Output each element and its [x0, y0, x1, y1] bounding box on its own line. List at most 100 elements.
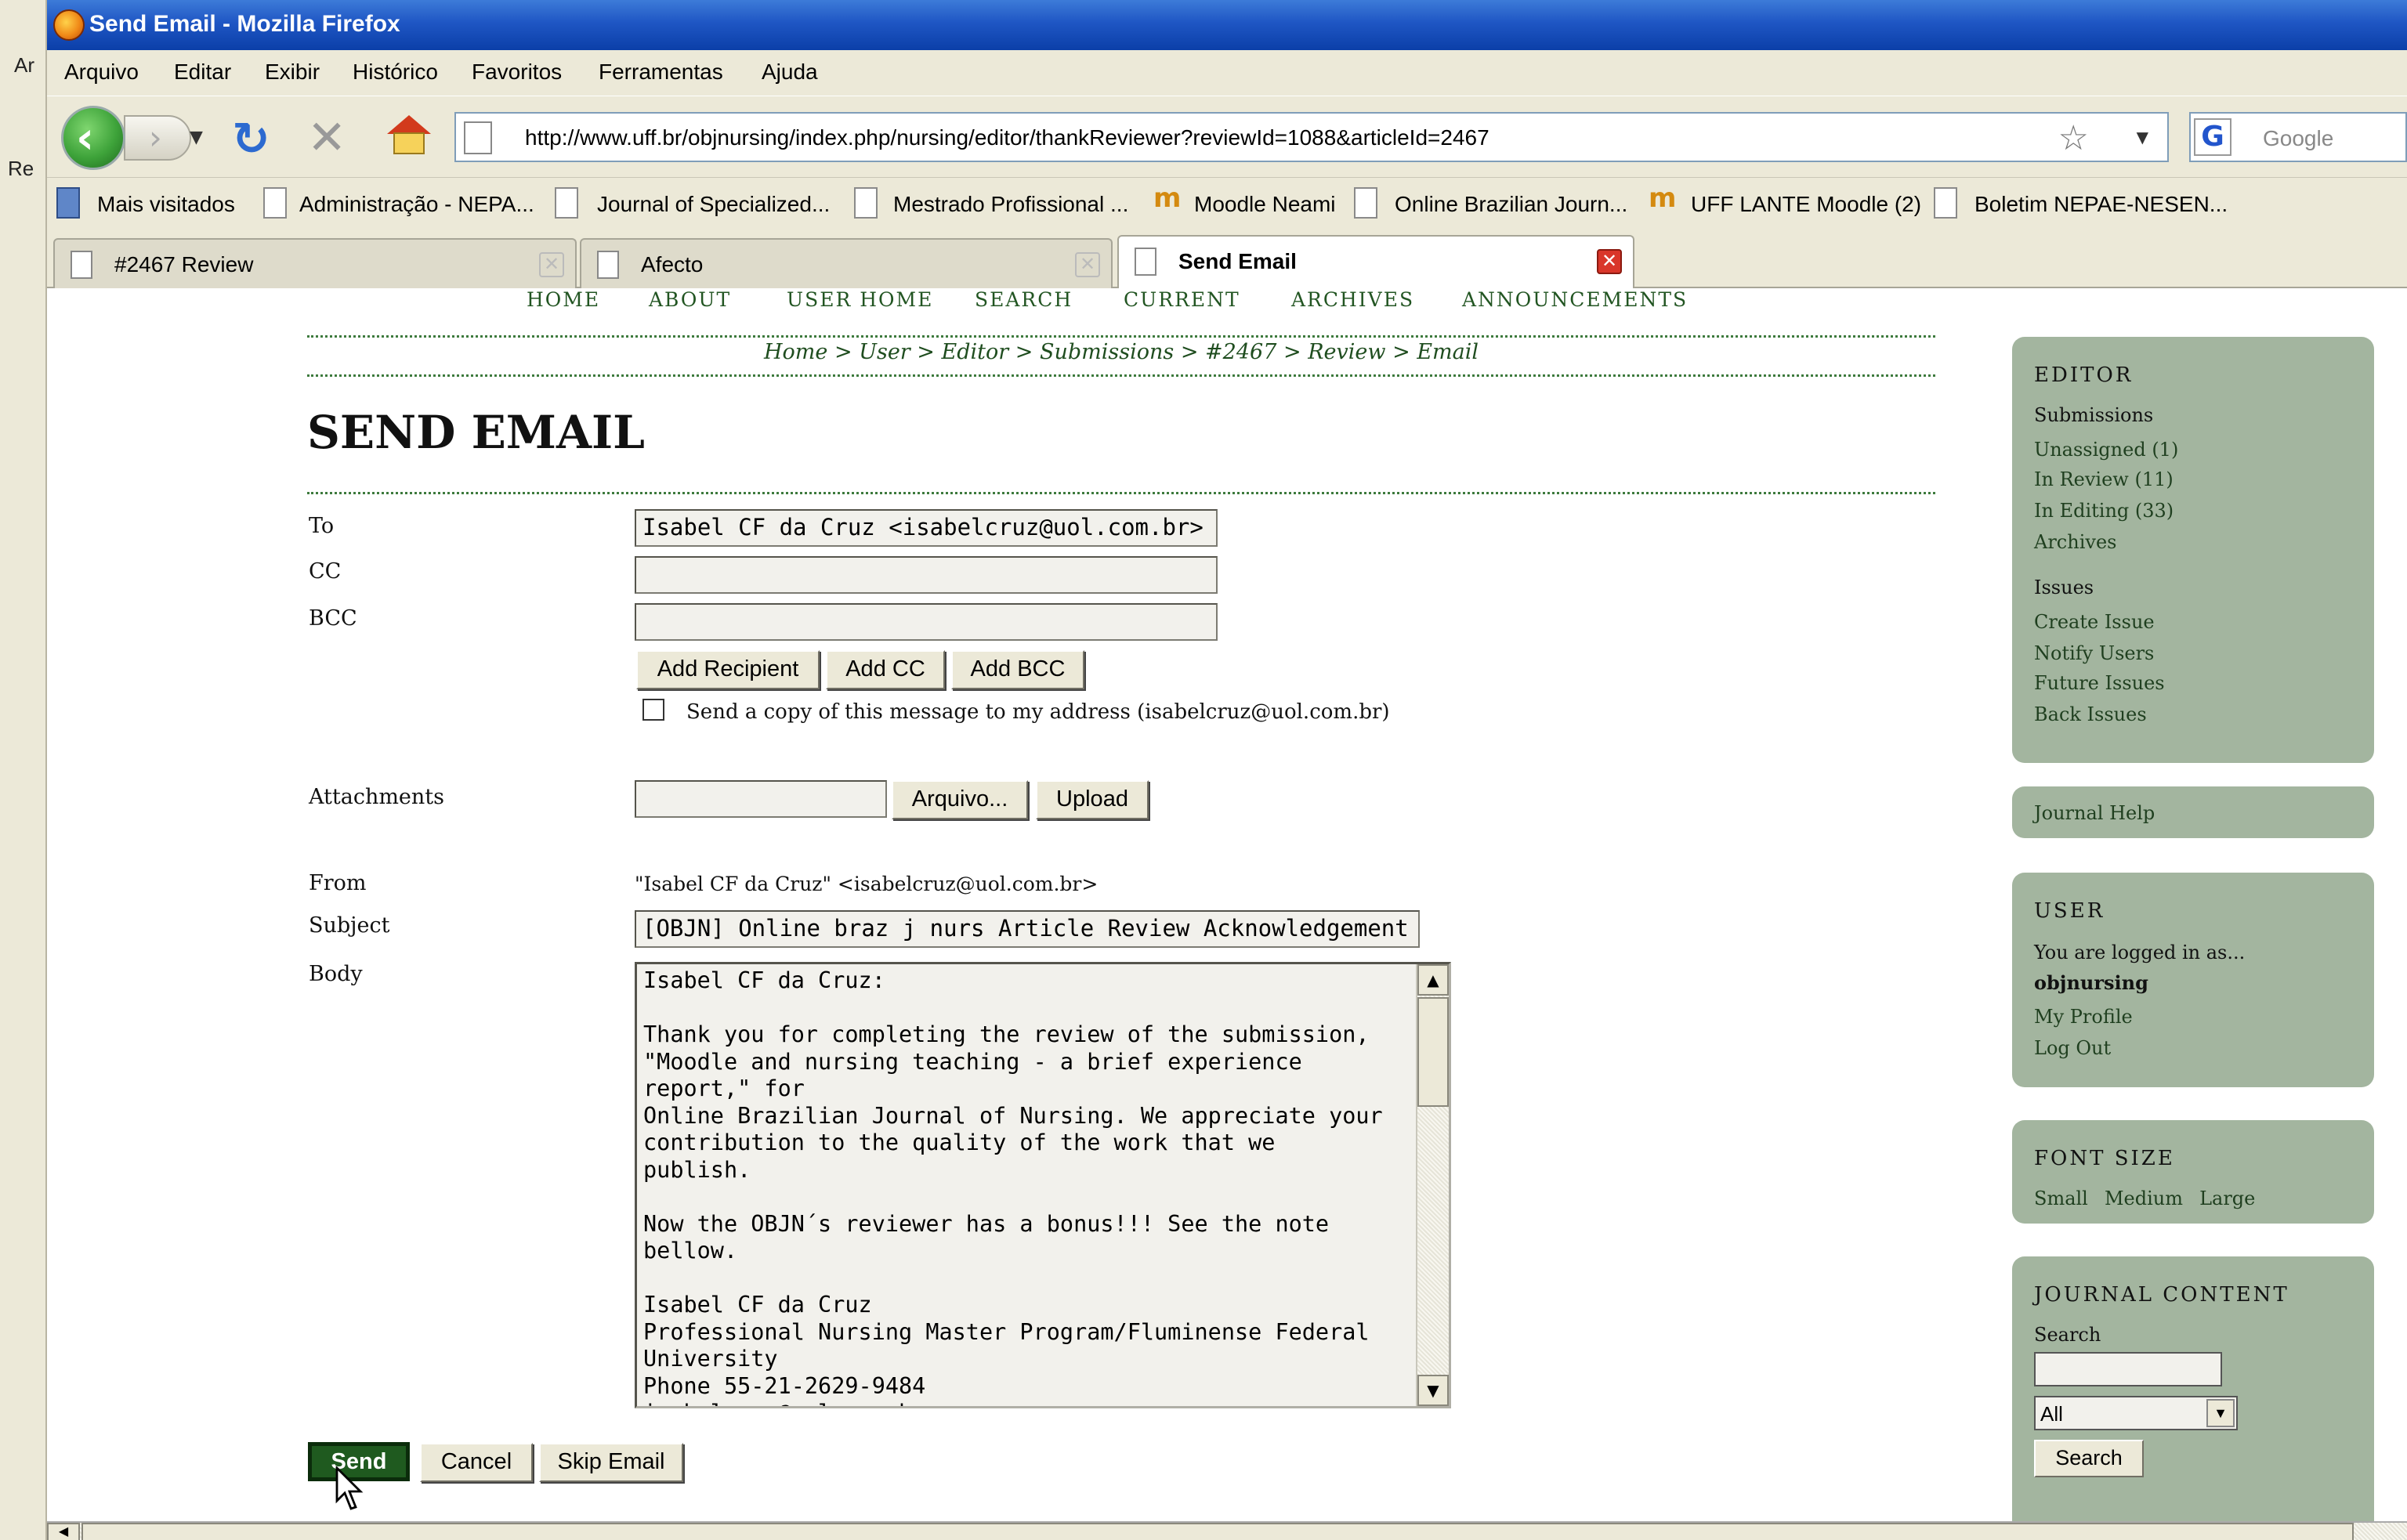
sidebar-font-size-block: FONT SIZE Small Medium Large: [2012, 1120, 2374, 1224]
home-icon[interactable]: [387, 115, 431, 156]
bookmark-uff-lante[interactable]: UFF LANTE Moodle (2): [1691, 192, 1921, 217]
search-scope-value: All: [2040, 1402, 2063, 1426]
bookmark-star-icon[interactable]: ☆: [2058, 118, 2089, 158]
add-bcc-button[interactable]: Add BCC: [951, 650, 1084, 689]
menu-ajuda[interactable]: Ajuda: [762, 60, 818, 85]
tab-afecto[interactable]: Afecto ✕: [580, 238, 1113, 288]
upload-button[interactable]: Upload: [1036, 780, 1149, 819]
tab-close-icon[interactable]: ✕: [539, 252, 564, 277]
add-cc-button[interactable]: Add CC: [826, 650, 945, 689]
url-dropdown-icon[interactable]: ▼: [2137, 128, 2148, 146]
cancel-button[interactable]: Cancel: [420, 1443, 533, 1482]
back-button[interactable]: ‹: [61, 106, 125, 170]
horizontal-scrollbar[interactable]: ◀: [47, 1521, 2407, 1540]
future-issues-link[interactable]: Future Issues: [2034, 672, 2165, 694]
bookmark-journal-specialized[interactable]: Journal of Specialized...: [597, 192, 830, 217]
stop-icon[interactable]: ✕: [307, 110, 346, 165]
mouse-cursor-icon: [335, 1466, 364, 1510]
scroll-left-icon[interactable]: ◀: [47, 1523, 80, 1540]
bookmark-page-icon: [1354, 187, 1377, 219]
bookmark-online-brazilian[interactable]: Online Brazilian Journ...: [1395, 192, 1627, 217]
in-editing-link[interactable]: In Editing (33): [2034, 500, 2174, 522]
reload-icon[interactable]: ↻: [232, 112, 270, 165]
chevron-down-icon[interactable]: ▼: [2206, 1399, 2235, 1427]
sidebar-journal-content-block: JOURNAL CONTENT Search All ▼ Search: [2012, 1256, 2374, 1521]
nav-current[interactable]: CURRENT: [1124, 288, 1240, 311]
breadcrumb-editor[interactable]: Editor: [942, 340, 1009, 364]
nav-announcements[interactable]: ANNOUNCEMENTS: [1462, 288, 1688, 311]
scroll-up-icon[interactable]: ▲: [1417, 964, 1449, 996]
tab-close-icon[interactable]: ✕: [1075, 252, 1100, 277]
page-content: HOME ABOUT USER HOME SEARCH CURRENT ARCH…: [47, 288, 2407, 1521]
tab-close-icon[interactable]: ✕: [1597, 249, 1622, 274]
in-review-link[interactable]: In Review (11): [2034, 468, 2174, 490]
bookmark-most-visited[interactable]: Mais visitados: [97, 192, 235, 217]
google-icon[interactable]: G: [2194, 118, 2231, 156]
scroll-down-icon[interactable]: ▼: [1417, 1375, 1449, 1406]
search-scope-select[interactable]: All ▼: [2034, 1396, 2238, 1430]
bookmark-boletim[interactable]: Boletim NEPAE-NESEN...: [1974, 192, 2228, 217]
menu-historico[interactable]: Histórico: [353, 60, 438, 85]
cc-field[interactable]: [635, 556, 1218, 594]
issues-label: Issues: [2034, 577, 2094, 598]
body-textarea[interactable]: Isabel CF da Cruz: Thank you for complet…: [635, 962, 1451, 1408]
page-icon: [464, 121, 492, 154]
tab-send-email[interactable]: Send Email ✕: [1117, 235, 1634, 290]
log-out-link[interactable]: Log Out: [2034, 1037, 2111, 1059]
menu-editar[interactable]: Editar: [174, 60, 231, 85]
site-navigation: HOME ABOUT USER HOME SEARCH CURRENT ARCH…: [47, 288, 2407, 312]
breadcrumb-review[interactable]: Review: [1308, 340, 1385, 364]
browse-file-button[interactable]: Arquivo...: [892, 780, 1028, 819]
add-recipient-button[interactable]: Add Recipient: [636, 650, 820, 689]
nav-archives[interactable]: ARCHIVES: [1291, 288, 1414, 311]
subject-field[interactable]: [OBJN] Online braz j nurs Article Review…: [635, 910, 1420, 948]
breadcrumb-email[interactable]: Email: [1417, 340, 1479, 364]
tab-label: Send Email: [1178, 249, 1297, 273]
horizontal-scroll-thumb[interactable]: [81, 1523, 2354, 1540]
bookmark-page-icon: [555, 187, 578, 219]
nav-about[interactable]: ABOUT: [649, 288, 731, 311]
breadcrumb-user[interactable]: User: [859, 340, 910, 364]
archives-link[interactable]: Archives: [2034, 531, 2116, 553]
forward-button[interactable]: ›: [124, 115, 191, 161]
history-dropdown-icon[interactable]: ▼: [190, 128, 203, 147]
my-profile-link[interactable]: My Profile: [2034, 1006, 2133, 1028]
bcc-field[interactable]: [635, 603, 1218, 641]
nav-home[interactable]: HOME: [527, 288, 600, 311]
nav-search[interactable]: SEARCH: [975, 288, 1073, 311]
breadcrumb-submissions[interactable]: Submissions: [1040, 340, 1174, 364]
sidebar-search-input[interactable]: [2034, 1352, 2222, 1386]
from-value: "Isabel CF da Cruz" <isabelcruz@uol.com.…: [635, 873, 1099, 895]
send-copy-checkbox[interactable]: [642, 699, 664, 721]
font-medium-link[interactable]: Medium: [2105, 1188, 2183, 1209]
url-bar[interactable]: http://www.uff.br/objnursing/index.php/n…: [454, 112, 2169, 162]
breadcrumb-home[interactable]: Home: [764, 340, 827, 364]
breadcrumb-article[interactable]: #2467: [1205, 340, 1276, 364]
notify-users-link[interactable]: Notify Users: [2034, 642, 2154, 664]
sidebar-search-button[interactable]: Search: [2034, 1440, 2144, 1477]
attachment-file-field[interactable]: [635, 780, 887, 818]
create-issue-link[interactable]: Create Issue: [2034, 611, 2155, 633]
bookmark-mestrado[interactable]: Mestrado Profissional ...: [893, 192, 1128, 217]
font-large-link[interactable]: Large: [2199, 1188, 2255, 1209]
back-issues-link[interactable]: Back Issues: [2034, 703, 2147, 725]
menu-ferramentas[interactable]: Ferramentas: [599, 60, 723, 85]
url-text[interactable]: http://www.uff.br/objnursing/index.php/n…: [525, 125, 1489, 150]
tab-review[interactable]: #2467 Review ✕: [53, 238, 577, 288]
scroll-thumb[interactable]: [1417, 997, 1449, 1107]
font-small-link[interactable]: Small: [2034, 1188, 2088, 1209]
body-text[interactable]: Isabel CF da Cruz: Thank you for complet…: [643, 967, 1395, 1406]
body-scrollbar[interactable]: ▲ ▼: [1416, 964, 1449, 1406]
menu-favoritos[interactable]: Favoritos: [472, 60, 562, 85]
unassigned-link[interactable]: Unassigned (1): [2034, 439, 2178, 461]
menu-exibir[interactable]: Exibir: [265, 60, 320, 85]
journal-help-link[interactable]: Journal Help: [2034, 802, 2155, 824]
nav-user-home[interactable]: USER HOME: [787, 288, 933, 311]
skip-email-button[interactable]: Skip Email: [539, 1443, 683, 1482]
window-title: Send Email - Mozilla Firefox: [89, 11, 400, 37]
bookmark-moodle-neami[interactable]: Moodle Neami: [1194, 192, 1336, 217]
menu-arquivo[interactable]: Arquivo: [64, 60, 139, 85]
bookmark-administracao[interactable]: Administração - NEPA...: [299, 192, 534, 217]
to-field[interactable]: Isabel CF da Cruz <isabelcruz@uol.com.br…: [635, 509, 1218, 547]
search-engine-box[interactable]: G Google: [2189, 112, 2407, 162]
